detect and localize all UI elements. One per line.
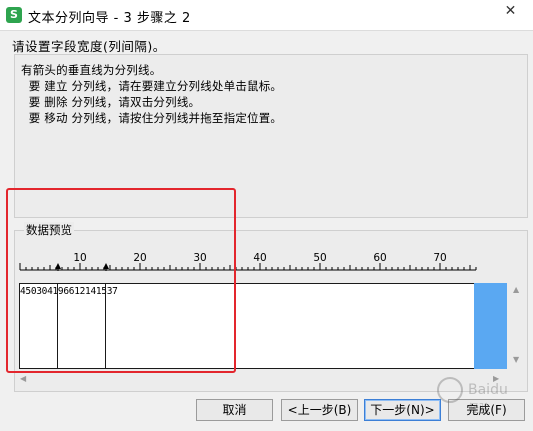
ruler-label-70: 70	[433, 252, 446, 264]
close-button[interactable]: ✕	[488, 0, 533, 22]
scroll-up-icon[interactable]: ▲	[513, 285, 519, 294]
scroll-down-icon[interactable]: ▼	[513, 355, 519, 364]
info-line-4: 要 移动 分列线，请按住分列线并拖至指定位置。	[21, 111, 283, 125]
ruler-label-50: 50	[313, 252, 326, 264]
svg-text:经验: 经验	[468, 401, 490, 415]
text-to-columns-wizard: S 文本分列向导 - 3 步骤之 2 ✕ 请设置字段宽度(列间隔)。 有箭头的垂…	[0, 0, 533, 431]
ruler-label-60: 60	[373, 252, 386, 264]
app-icon: S	[6, 7, 22, 23]
cancel-button[interactable]: 取消	[196, 399, 273, 421]
back-button[interactable]: <上一步(B)	[281, 399, 358, 421]
vertical-scrollbar[interactable]: ▲ ▼	[508, 281, 526, 369]
ruler-label-40: 40	[253, 252, 266, 264]
info-line-1: 有箭头的垂直线为分列线。	[21, 63, 162, 77]
highlight-annotation-box	[6, 188, 236, 373]
info-line-3: 要 删除 分列线，请双击分列线。	[21, 95, 201, 109]
svg-text:Baidu: Baidu	[468, 382, 508, 398]
scroll-left-icon[interactable]: ◀	[20, 374, 26, 383]
info-line-2: 要 建立 分列线，请在要建立分列线处单击鼠标。	[21, 79, 283, 93]
watermark-logo: Baidu 经验	[437, 377, 508, 415]
preview-highlight-strip	[474, 283, 507, 369]
window-title: 文本分列向导 - 3 步骤之 2	[28, 11, 191, 26]
title-bar: S 文本分列向导 - 3 步骤之 2 ✕	[0, 0, 533, 31]
instruction-text: 请设置字段宽度(列间隔)。	[12, 39, 166, 54]
